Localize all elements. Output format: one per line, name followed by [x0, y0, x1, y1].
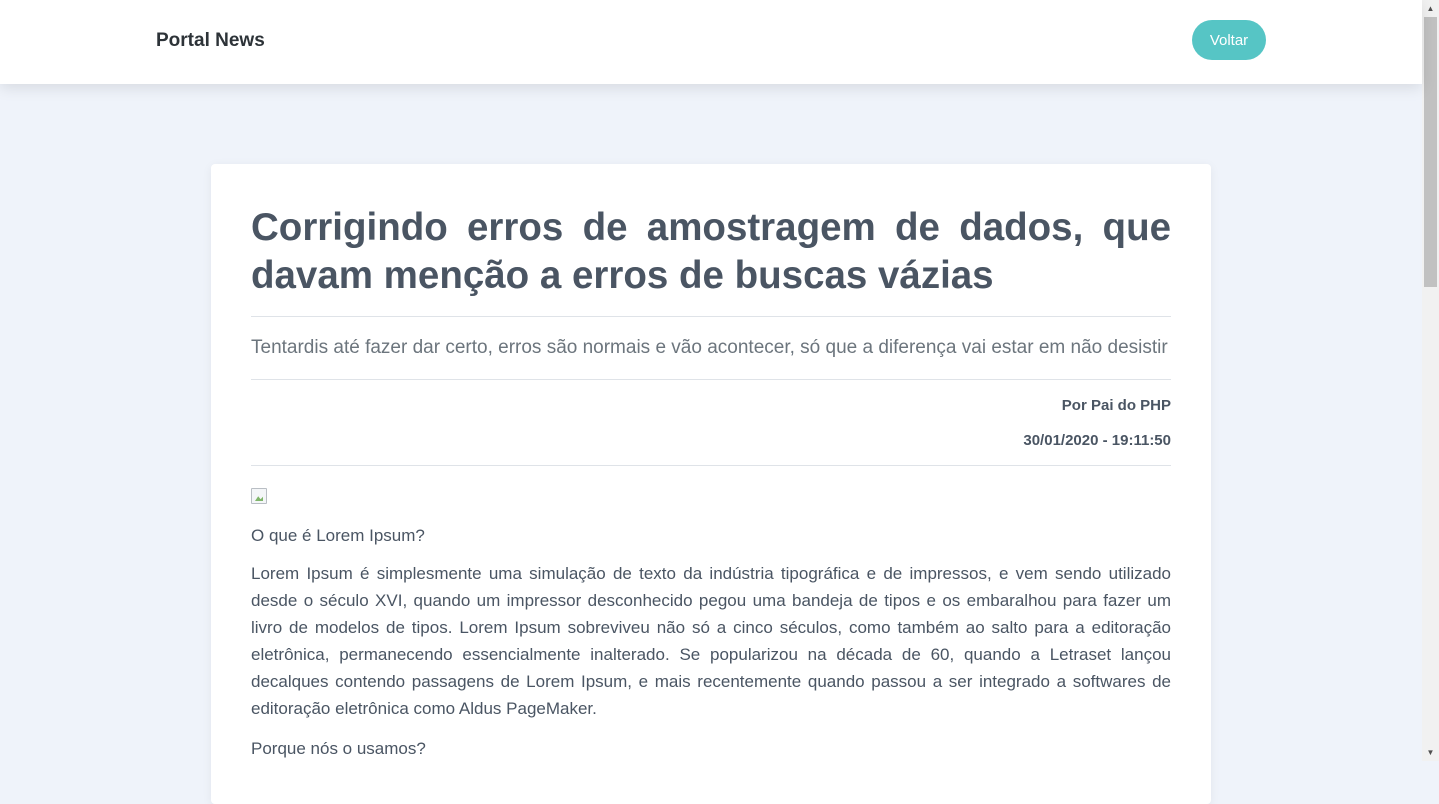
divider	[251, 316, 1171, 317]
article-title: Corrigindo erros de amostragem de dados,…	[251, 206, 1171, 297]
article-datetime: 30/01/2020 - 19:11:50	[1023, 432, 1171, 449]
article-card: Corrigindo erros de amostragem de dados,…	[211, 164, 1211, 804]
article-question-heading: O que é Lorem Ipsum?	[251, 526, 425, 545]
article-author: Por Pai do PHP	[1061, 397, 1171, 414]
article-question-heading: Porque nós o usamos?	[251, 739, 426, 758]
divider	[251, 379, 1171, 380]
back-button[interactable]: Voltar	[1192, 20, 1266, 60]
scrollbar-thumb[interactable]	[1424, 17, 1437, 287]
article-paragraph: Lorem Ipsum é simplesmente uma simulação…	[251, 564, 1171, 718]
scroll-up-arrow-icon[interactable]: ▲	[1422, 0, 1439, 17]
top-navbar: Portal News Voltar	[0, 0, 1422, 84]
page-scrollbar[interactable]: ▲ ▼	[1422, 0, 1439, 761]
article-subtitle: Tentardis até fazer dar certo, erros são…	[251, 337, 1168, 358]
broken-image-icon	[251, 488, 267, 504]
scroll-down-arrow-icon[interactable]: ▼	[1422, 744, 1439, 761]
divider	[251, 465, 1171, 466]
brand-logo-text[interactable]: Portal News	[156, 30, 265, 52]
